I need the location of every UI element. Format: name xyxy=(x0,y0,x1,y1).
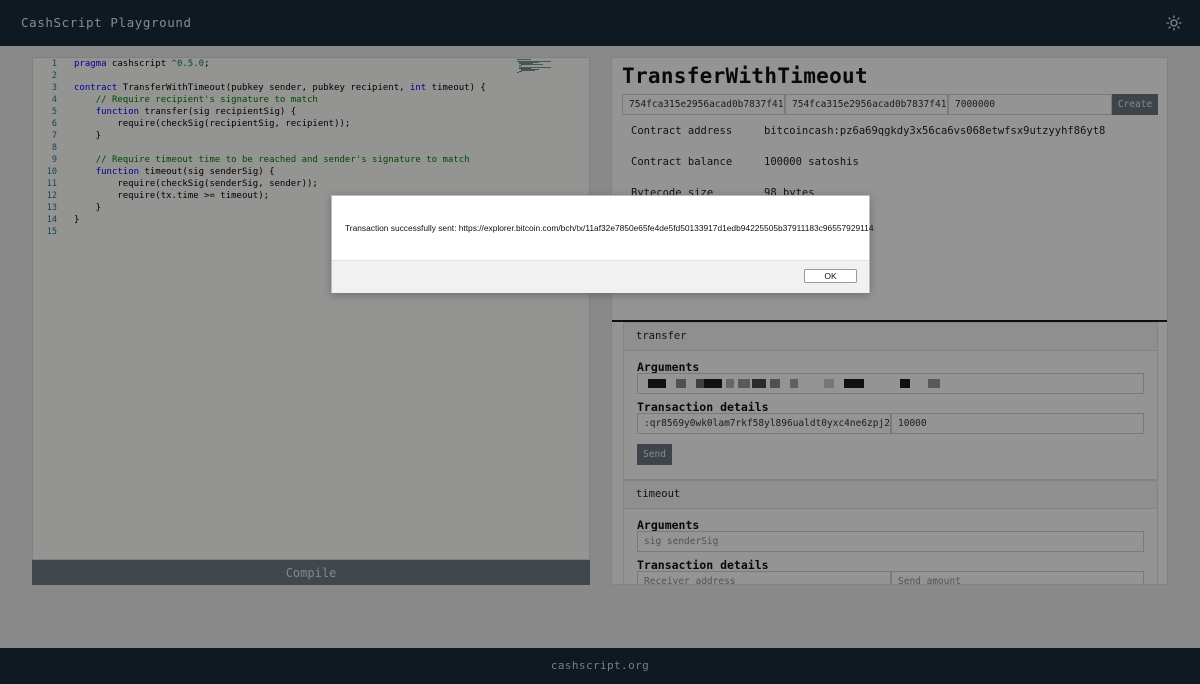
ok-button[interactable]: OK xyxy=(804,269,857,283)
modal-backdrop xyxy=(0,0,1200,684)
alert-message: Transaction successfully sent: https://e… xyxy=(345,223,874,233)
alert-dialog: Transaction successfully sent: https://e… xyxy=(331,195,874,293)
alert-button-bar: OK xyxy=(332,260,869,293)
